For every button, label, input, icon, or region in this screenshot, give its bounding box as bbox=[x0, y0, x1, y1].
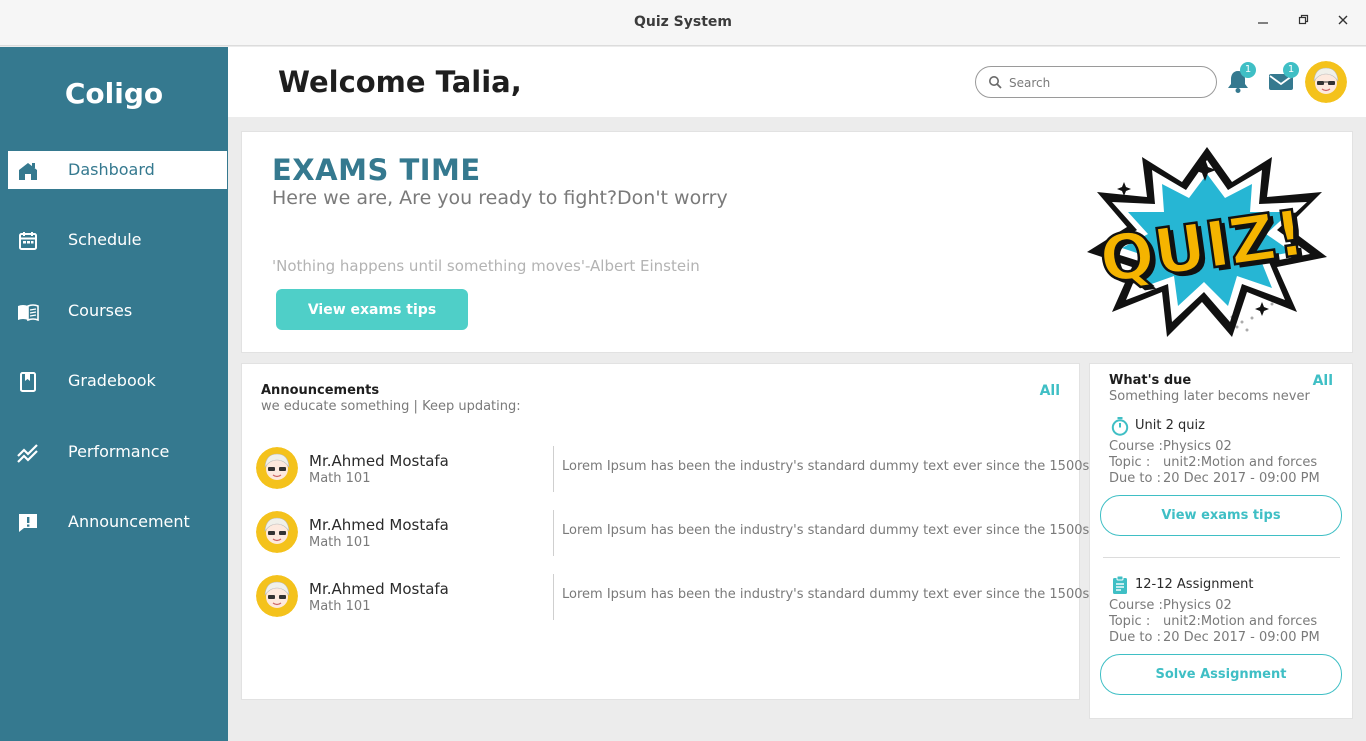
sidebar-item-label: Gradebook bbox=[68, 371, 156, 390]
exams-banner: EXAMS TIME Here we are, Are you ready to… bbox=[241, 131, 1353, 353]
close-button[interactable] bbox=[1333, 13, 1353, 33]
due-item-title: Unit 2 quiz bbox=[1135, 418, 1205, 433]
list-item[interactable]: Mr.Ahmed Mostafa Math 101 Lorem Ipsum ha… bbox=[242, 510, 1089, 558]
banner-quote: 'Nothing happens until something moves'-… bbox=[272, 257, 700, 275]
list-item[interactable]: Mr.Ahmed Mostafa Math 101 Lorem Ipsum ha… bbox=[242, 446, 1089, 494]
announcements-subtitle: we educate something | Keep updating: bbox=[261, 399, 521, 414]
divider bbox=[553, 574, 554, 620]
calendar-icon bbox=[19, 232, 37, 250]
messages-button[interactable]: 1 bbox=[1267, 62, 1299, 95]
announcer-course: Math 101 bbox=[309, 599, 371, 614]
quiz-comic-illustration: QUIZ! QUIZ! bbox=[1087, 147, 1327, 337]
sidebar-item-label: Courses bbox=[68, 301, 133, 320]
window-title: Quiz System bbox=[633, 14, 732, 30]
alert-message-icon bbox=[19, 514, 37, 532]
announcements-title: Announcements bbox=[261, 383, 380, 398]
message-count-badge: 1 bbox=[1283, 62, 1299, 78]
sidebar-item-courses[interactable]: Courses bbox=[8, 292, 227, 330]
announcement-message: Lorem Ipsum has been the industry's stan… bbox=[562, 587, 1090, 602]
sidebar-item-performance[interactable]: Performance bbox=[8, 433, 227, 471]
due-all-link[interactable]: All bbox=[1313, 373, 1333, 389]
avatar-icon bbox=[1305, 61, 1347, 103]
avatar-icon bbox=[256, 511, 298, 553]
announcement-message: Lorem Ipsum has been the industry's stan… bbox=[562, 459, 1090, 474]
search-input[interactable] bbox=[1009, 73, 1204, 93]
due-item-title: 12-12 Assignment bbox=[1135, 577, 1254, 592]
due-title: What's due bbox=[1109, 373, 1192, 388]
search-box[interactable] bbox=[975, 66, 1217, 98]
clipboard-icon bbox=[1113, 575, 1127, 594]
welcome-heading: Welcome Talia, bbox=[278, 65, 522, 99]
search-icon bbox=[989, 76, 1002, 89]
minimize-icon bbox=[1258, 22, 1268, 24]
book-icon bbox=[18, 304, 39, 322]
announcer-course: Math 101 bbox=[309, 471, 371, 486]
avatar bbox=[256, 511, 298, 553]
sidebar: Coligo Dashboard Schedule Courses Gradeb… bbox=[0, 47, 228, 741]
announcements-all-link[interactable]: All bbox=[1040, 383, 1060, 399]
sidebar-item-label: Announcement bbox=[68, 512, 190, 531]
sidebar-item-label: Dashboard bbox=[68, 160, 155, 179]
whats-due-panel: What's due Something later becoms never … bbox=[1089, 363, 1353, 719]
announcements-panel: Announcements we educate something | Kee… bbox=[241, 363, 1089, 700]
announcer-name: Mr.Ahmed Mostafa bbox=[309, 516, 449, 534]
view-exams-tips-button[interactable]: View exams tips bbox=[1100, 495, 1342, 536]
notifications-button[interactable]: 1 bbox=[1224, 62, 1256, 95]
view-exams-tips-button[interactable]: View exams tips bbox=[276, 289, 468, 330]
notification-count-badge: 1 bbox=[1240, 62, 1256, 78]
home-icon bbox=[19, 163, 37, 180]
avatar bbox=[256, 447, 298, 489]
list-item[interactable]: Mr.Ahmed Mostafa Math 101 Lorem Ipsum ha… bbox=[242, 574, 1089, 622]
close-icon bbox=[1338, 15, 1348, 25]
maximize-icon bbox=[1298, 14, 1309, 25]
stopwatch-icon bbox=[1111, 417, 1129, 436]
sidebar-item-dashboard[interactable]: Dashboard bbox=[8, 151, 227, 189]
brand-logo: Coligo bbox=[64, 77, 164, 110]
sidebar-item-label: Schedule bbox=[68, 230, 142, 249]
divider bbox=[1103, 557, 1340, 558]
due-item-topic: Topic : unit2:Motion and forces bbox=[1109, 614, 1318, 629]
trend-chart-icon bbox=[17, 444, 38, 463]
top-header: Welcome Talia, 1 1 bbox=[228, 47, 1366, 117]
window-titlebar: Quiz System bbox=[0, 0, 1366, 46]
sidebar-item-announcement[interactable]: Announcement bbox=[8, 503, 227, 541]
due-item-course: Course :Physics 02 bbox=[1109, 439, 1232, 454]
user-avatar[interactable] bbox=[1305, 61, 1347, 103]
sidebar-item-label: Performance bbox=[68, 442, 170, 461]
due-item-course: Course :Physics 02 bbox=[1109, 598, 1232, 613]
avatar bbox=[256, 575, 298, 617]
announcer-name: Mr.Ahmed Mostafa bbox=[309, 452, 449, 470]
due-item-topic: Topic : unit2:Motion and forces bbox=[1109, 455, 1318, 470]
announcer-name: Mr.Ahmed Mostafa bbox=[309, 580, 449, 598]
avatar-icon bbox=[256, 447, 298, 489]
bookmark-book-icon bbox=[20, 372, 36, 392]
due-subtitle: Something later becoms never bbox=[1109, 389, 1310, 404]
maximize-button[interactable] bbox=[1293, 13, 1313, 33]
minimize-button[interactable] bbox=[1253, 13, 1273, 33]
announcer-course: Math 101 bbox=[309, 535, 371, 550]
sidebar-item-schedule[interactable]: Schedule bbox=[8, 221, 227, 259]
due-item-date: Due to :20 Dec 2017 - 09:00 PM bbox=[1109, 471, 1320, 486]
due-item-date: Due to :20 Dec 2017 - 09:00 PM bbox=[1109, 630, 1320, 645]
banner-subtitle: Here we are, Are you ready to fight?Don'… bbox=[272, 187, 728, 209]
sidebar-item-gradebook[interactable]: Gradebook bbox=[8, 362, 227, 400]
banner-title: EXAMS TIME bbox=[272, 153, 481, 187]
avatar-icon bbox=[256, 575, 298, 617]
divider bbox=[553, 510, 554, 556]
solve-assignment-button[interactable]: Solve Assignment bbox=[1100, 654, 1342, 695]
divider bbox=[553, 446, 554, 492]
announcement-message: Lorem Ipsum has been the industry's stan… bbox=[562, 523, 1090, 538]
